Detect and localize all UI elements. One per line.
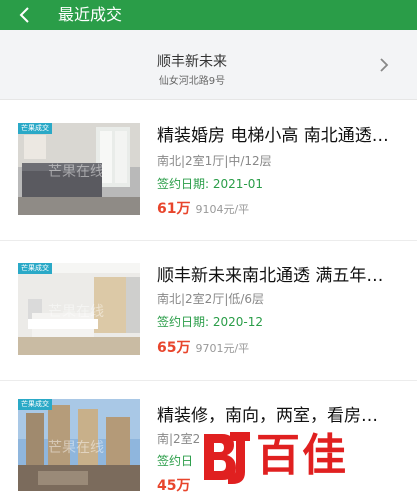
listing-price: 65万 [157, 340, 191, 356]
listing-photo: 芒果成交 芒果在线 [18, 399, 140, 491]
back-button[interactable] [12, 3, 38, 27]
photo-watermark: 芒果在线 [48, 164, 104, 180]
listing-item[interactable]: 芒果成交 芒果在线 顺丰新未来南北通透 满五年… 南北|2室2厅|低/6层 签约… [0, 241, 417, 381]
community-address: 仙女河北路9号 [158, 76, 226, 87]
photo-watermark: 芒果在线 [48, 440, 104, 456]
listing-price-row: 45万 [157, 475, 195, 495]
deal-badge: 芒果成交 [18, 123, 52, 134]
chevron-left-icon [19, 7, 29, 23]
page-title: 最近成交 [58, 5, 123, 24]
listing-meta: 南北|2室2厅|低/6层 [157, 292, 265, 306]
listing-photo: 芒果成交 芒果在线 [18, 263, 140, 355]
listing-price: 61万 [157, 201, 191, 217]
bj-logo-icon [204, 432, 250, 484]
brand-watermark: 百佳 [200, 424, 410, 490]
listing-title: 精装修，南向，两室，看房… [157, 406, 378, 426]
listing-title: 顺丰新未来南北通透 满五年… [157, 266, 384, 286]
community-header[interactable]: 顺丰新未来 仙女河北路9号 [0, 30, 417, 100]
listing-meta: 南北|2室1厅|中/12层 [157, 154, 272, 168]
deal-badge: 芒果成交 [18, 263, 52, 274]
listing-sign-date: 签约日期: 2020-12 [157, 315, 263, 329]
listing-meta: 南|2室2 [157, 432, 201, 446]
listing-title: 精装婚房 电梯小高 南北通透… [157, 126, 389, 146]
chevron-right-icon [380, 58, 389, 72]
listing-sign-date: 签约日 [157, 454, 194, 468]
community-name: 顺丰新未来 [157, 54, 227, 70]
deal-badge: 芒果成交 [18, 399, 52, 410]
top-bar: 最近成交 [0, 0, 417, 30]
brand-text: 百佳 [256, 430, 348, 481]
listing-price-row: 65万 9701元/平 [157, 337, 249, 357]
listing-photo: 芒果成交 芒果在线 [18, 123, 140, 215]
listing-price-row: 61万 9104元/平 [157, 198, 249, 218]
listing-unit-price: 9701元/平 [195, 342, 250, 355]
listing-unit-price: 9104元/平 [195, 203, 250, 216]
listing-sign-date: 签约日期: 2021-01 [157, 177, 263, 191]
photo-watermark: 芒果在线 [48, 304, 104, 320]
listing-price: 45万 [157, 478, 191, 494]
listing-item[interactable]: 芒果成交 芒果在线 精装婚房 电梯小高 南北通透… 南北|2室1厅|中/12层 … [0, 101, 417, 241]
